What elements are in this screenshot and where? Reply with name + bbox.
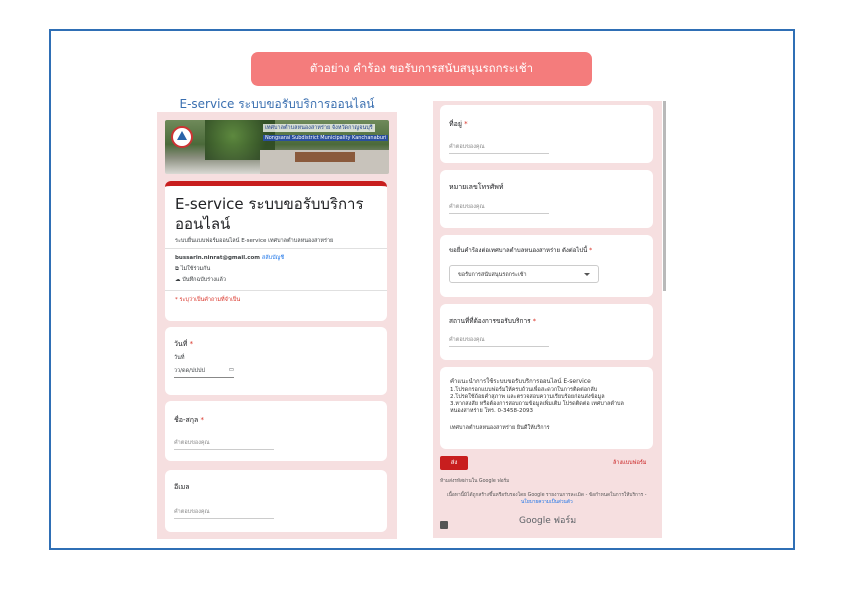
submit-button[interactable]: ส่ง bbox=[440, 456, 468, 470]
required-asterisk: * bbox=[464, 120, 468, 128]
account-email: bussarin.ninrat@gmail.com สลับบัญชี bbox=[175, 254, 284, 262]
guide-footer: เทศบาลตำบลหนองสาหร่าย ยินดีให้บริการ bbox=[450, 425, 550, 431]
google-forms-logo: Google ฟอร์ม bbox=[519, 516, 577, 526]
request-label-text: ขอยื่นคำร้องต่อเทศบาลตำบลหนองสาหร่าย ดัง… bbox=[449, 247, 588, 254]
phone-label: หมายเลขโทรศัพท์ bbox=[449, 183, 504, 191]
email-input[interactable]: คำตอบของคุณ bbox=[174, 508, 274, 519]
left-form-screenshot: E-service ระบบขอรับบริการออนไลน์ เทศบาลต… bbox=[157, 96, 397, 539]
not-shared-row: ⧉ ไม่ใช้ร่วมกัน bbox=[175, 265, 210, 273]
divider bbox=[165, 248, 387, 249]
guide-title: คำแนะนำการใช้ระบบขอรับบริการออนไลน์ E-se… bbox=[450, 378, 591, 385]
share-icon: ⧉ bbox=[175, 266, 179, 272]
location-question-card: สถานที่ที่ต้องการขอรับบริการ * คำตอบของค… bbox=[440, 304, 653, 360]
address-question-card: ที่อยู่ * คำตอบของคุณ bbox=[440, 105, 653, 163]
request-dropdown-value: ขอรับการสนับสนุนรถกระเช้า bbox=[458, 272, 527, 278]
divider bbox=[165, 290, 387, 291]
guide-line-3: 3.หากสงสัย หรือต้องการสอบถามข้อมูลเพิ่มเ… bbox=[450, 401, 624, 407]
name-label: ชื่อ-สกุล * bbox=[174, 415, 204, 426]
required-asterisk: * bbox=[200, 416, 205, 424]
phone-question-card: หมายเลขโทรศัพท์ คำตอบของคุณ bbox=[440, 170, 653, 228]
date-label: วันที่ * bbox=[174, 339, 193, 350]
name-label-text: ชื่อ-สกุล bbox=[174, 416, 199, 424]
name-question-card: ชื่อ-สกุล * คำตอบของคุณ bbox=[165, 401, 387, 461]
email-label: อีเมล bbox=[174, 483, 190, 491]
chevron-down-icon bbox=[584, 273, 590, 276]
municipality-logo-icon bbox=[171, 126, 193, 148]
roof-shape bbox=[295, 152, 355, 162]
location-label-text: สถานที่ที่ต้องการขอรับบริการ bbox=[449, 317, 531, 325]
guide-line-4: หนองสาหร่าย โทร. 0-3458-2093 bbox=[450, 408, 533, 414]
header-text-english: Nongsarai Subdistrict Municipality Kanch… bbox=[263, 135, 389, 141]
date-input[interactable]: วว/ดด/ปปปป ▭ bbox=[174, 367, 234, 378]
required-asterisk: * bbox=[189, 340, 194, 348]
privacy-policy-link[interactable]: นโยบายความเป็นส่วนตัว bbox=[521, 498, 573, 506]
location-label: สถานที่ที่ต้องการขอรับบริการ * bbox=[449, 316, 536, 326]
draft-saved-text: บันทึกฉบับร่างแล้ว bbox=[182, 277, 226, 283]
page-title: E-service ระบบขอรับบริการออนไลน์ bbox=[157, 96, 397, 112]
right-form-screenshot: ที่อยู่ * คำตอบของคุณ หมายเลขโทรศัพท์ คำ… bbox=[433, 101, 662, 538]
guide-line-2: 2.โปรดใช้ถ้อยคำสุภาพ และตรวจสอบความเรียบ… bbox=[450, 394, 605, 400]
address-label-text: ที่อยู่ bbox=[449, 120, 462, 128]
title-banner: ตัวอย่าง คำร้อง ขอรับการสนับสนุนรถกระเช้… bbox=[251, 52, 592, 86]
cloud-check-icon: ☁ bbox=[175, 277, 181, 283]
date-question-card: วันที่ * วันที่ วว/ดด/ปปปป ▭ bbox=[165, 327, 387, 395]
form-header-card: E-service ระบบขอรับบริการออนไลน์ ระบบยื่… bbox=[165, 181, 387, 321]
header-image: เทศบาลตำบลหนองสาหร่าย จังหวัดกาญจนบุรี N… bbox=[165, 120, 389, 174]
date-label-text: วันที่ bbox=[174, 340, 188, 348]
date-placeholder: วว/ดด/ปปปป bbox=[174, 368, 205, 374]
email-question-card: อีเมล คำตอบของคุณ bbox=[165, 470, 387, 532]
request-label: ขอยื่นคำร้องต่อเทศบาลตำบลหนองสาหร่าย ดัง… bbox=[449, 245, 592, 255]
account-email-text: bussarin.ninrat@gmail.com bbox=[175, 255, 260, 261]
password-warning: ห้ามส่งรหัสผ่านใน Google ฟอร์ม bbox=[440, 479, 510, 484]
request-dropdown[interactable]: ขอรับการสนับสนุนรถกระเช้า bbox=[449, 265, 599, 283]
required-note: * ระบุว่าเป็นคำถามที่จำเป็น bbox=[175, 297, 241, 303]
feedback-icon[interactable] bbox=[440, 521, 448, 529]
clear-form-link[interactable]: ล้างแบบฟอร์ม bbox=[613, 459, 646, 467]
form-title: E-service ระบบขอรับบริการออนไลน์ bbox=[175, 195, 364, 233]
request-question-card: ขอยื่นคำร้องต่อเทศบาลตำบลหนองสาหร่าย ดัง… bbox=[440, 235, 653, 297]
required-asterisk: * bbox=[589, 247, 593, 254]
location-input[interactable]: คำตอบของคุณ bbox=[449, 336, 549, 347]
required-asterisk: * bbox=[532, 317, 536, 325]
draft-saved-row: ☁ บันทึกฉบับร่างแล้ว bbox=[175, 276, 226, 284]
not-shared-text: ไม่ใช้ร่วมกัน bbox=[180, 266, 211, 272]
name-input[interactable]: คำตอบของคุณ bbox=[174, 439, 274, 450]
guide-line-1: 1.โปรดกรอกแบบฟอร์มให้ครบถ้วนเพื่อสะดวกใน… bbox=[450, 387, 598, 393]
scrollbar[interactable] bbox=[663, 101, 666, 291]
calendar-icon[interactable]: ▭ bbox=[229, 367, 234, 373]
phone-input[interactable]: คำตอบของคุณ bbox=[449, 203, 549, 214]
guide-card: คำแนะนำการใช้ระบบขอรับบริการออนไลน์ E-se… bbox=[440, 367, 653, 449]
address-input[interactable]: คำตอบของคุณ bbox=[449, 143, 549, 154]
date-sublabel: วันที่ bbox=[174, 355, 185, 361]
address-label: ที่อยู่ * bbox=[449, 119, 468, 130]
switch-account-link[interactable]: สลับบัญชี bbox=[262, 255, 284, 261]
header-text-thai: เทศบาลตำบลหนองสาหร่าย จังหวัดกาญจนบุรี bbox=[263, 124, 375, 132]
form-description: ระบบยื่นแบบฟอร์มออนไลน์ E-service เทศบาล… bbox=[175, 238, 334, 244]
